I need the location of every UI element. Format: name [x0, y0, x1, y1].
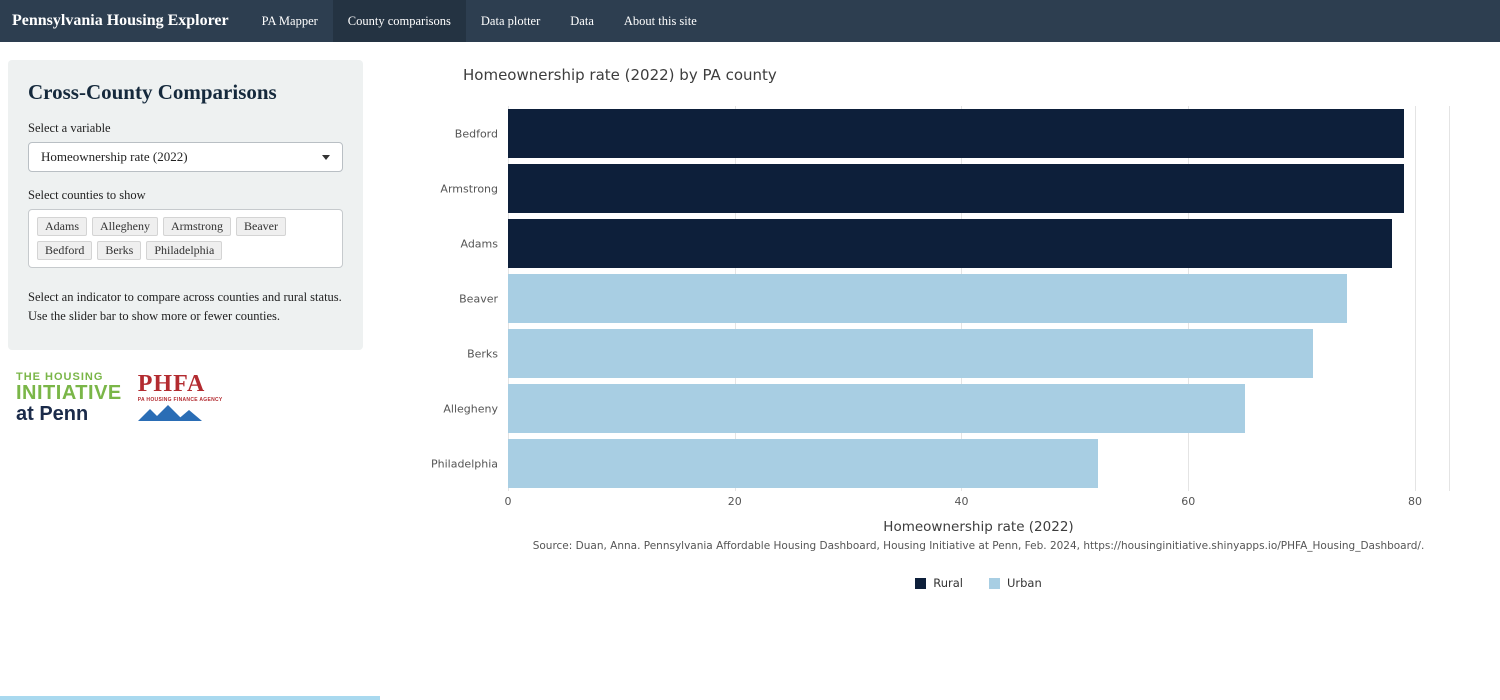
phfa-logo-subtext: PA HOUSING FINANCE AGENCY	[138, 398, 223, 403]
county-select-label: Select counties to show	[28, 188, 343, 203]
x-tick-60: 60	[1181, 495, 1195, 508]
hip-logo-line3: at Penn	[16, 404, 122, 424]
county-tag-bedford[interactable]: Bedford	[37, 241, 92, 260]
gridline	[1449, 106, 1450, 491]
source-caption: Source: Duan, Anna. Pennsylvania Afforda…	[508, 540, 1449, 552]
bar-beaver[interactable]	[508, 274, 1347, 323]
sidebar-panel: Cross-County Comparisons Select a variab…	[8, 60, 363, 350]
legend-label-urban: Urban	[1007, 576, 1042, 590]
nav-tab-pa-mapper[interactable]: PA Mapper	[247, 0, 333, 42]
county-tag-allegheny[interactable]: Allegheny	[92, 217, 158, 236]
x-tick-20: 20	[728, 495, 742, 508]
chevron-down-icon	[322, 155, 330, 160]
x-tick-0: 0	[505, 495, 512, 508]
housing-initiative-logo: THE HOUSING INITIATIVE at Penn	[16, 372, 122, 424]
sidebar-title: Cross-County Comparisons	[28, 80, 343, 105]
county-tag-philadelphia[interactable]: Philadelphia	[146, 241, 222, 260]
nav-tab-about-this-site[interactable]: About this site	[609, 0, 712, 42]
phfa-logo-name: PHFA	[138, 372, 223, 396]
y-axis-label-beaver: Beaver	[459, 292, 498, 305]
bar-row-berks: Berks	[508, 326, 1449, 381]
bar-berks[interactable]	[508, 329, 1313, 378]
bar-row-philadelphia: Philadelphia	[508, 436, 1449, 491]
y-axis-label-adams: Adams	[460, 237, 498, 250]
x-tick-80: 80	[1408, 495, 1422, 508]
nav-tabs: PA MapperCounty comparisonsData plotterD…	[247, 0, 712, 42]
bar-row-bedford: Bedford	[508, 106, 1449, 161]
y-axis-label-philadelphia: Philadelphia	[431, 457, 498, 470]
footer-logos: THE HOUSING INITIATIVE at Penn PHFA PA H…	[16, 372, 223, 425]
nav-tab-county-comparisons[interactable]: County comparisons	[333, 0, 466, 42]
bar-adams[interactable]	[508, 219, 1392, 268]
chart-title: Homeownership rate (2022) by PA county	[463, 66, 1465, 84]
bar-row-armstrong: Armstrong	[508, 161, 1449, 216]
variable-select-label: Select a variable	[28, 121, 343, 136]
county-tag-adams[interactable]: Adams	[37, 217, 87, 236]
hip-logo-line2: INITIATIVE	[16, 383, 122, 403]
bar-allegheny[interactable]	[508, 384, 1245, 433]
top-navbar: Pennsylvania Housing Explorer PA MapperC…	[0, 0, 1500, 42]
bar-armstrong[interactable]	[508, 164, 1404, 213]
bar-philadelphia[interactable]	[508, 439, 1098, 488]
horizontal-scrollbar[interactable]	[0, 696, 380, 700]
y-axis-label-berks: Berks	[467, 347, 498, 360]
x-axis-label: Homeownership rate (2022)	[508, 519, 1449, 535]
bar-bedford[interactable]	[508, 109, 1404, 158]
chart-legend: Rural Urban	[508, 576, 1449, 590]
app-brand[interactable]: Pennsylvania Housing Explorer	[0, 0, 247, 42]
county-tag-beaver[interactable]: Beaver	[236, 217, 286, 236]
legend-swatch-rural	[915, 578, 926, 589]
y-axis-label-allegheny: Allegheny	[443, 402, 498, 415]
legend-item-urban[interactable]: Urban	[989, 576, 1042, 590]
bar-chart-plot-area: BedfordArmstrongAdamsBeaverBerksAlleghen…	[508, 106, 1449, 491]
nav-tab-data-plotter[interactable]: Data plotter	[466, 0, 555, 42]
bar-row-allegheny: Allegheny	[508, 381, 1449, 436]
legend-swatch-urban	[989, 578, 1000, 589]
y-axis-label-bedford: Bedford	[455, 127, 498, 140]
phfa-mountains-icon	[138, 405, 206, 421]
nav-tab-data[interactable]: Data	[555, 0, 609, 42]
bar-row-adams: Adams	[508, 216, 1449, 271]
phfa-logo: PHFA PA HOUSING FINANCE AGENCY	[138, 372, 223, 425]
chart-panel: Homeownership rate (2022) by PA county B…	[420, 58, 1465, 590]
sidebar-help-text: Select an indicator to compare across co…	[28, 288, 346, 326]
county-tag-armstrong[interactable]: Armstrong	[163, 217, 231, 236]
legend-label-rural: Rural	[933, 576, 963, 590]
x-axis-ticks: 0 20 40 60 80	[508, 491, 1449, 509]
bar-row-beaver: Beaver	[508, 271, 1449, 326]
county-multiselect[interactable]: Adams Allegheny Armstrong Beaver Bedford Berk…	[28, 209, 343, 268]
variable-select-value: Homeownership rate (2022)	[41, 149, 188, 165]
y-axis-label-armstrong: Armstrong	[440, 182, 498, 195]
legend-item-rural[interactable]: Rural	[915, 576, 963, 590]
x-tick-40: 40	[954, 495, 968, 508]
variable-select[interactable]: Homeownership rate (2022)	[28, 142, 343, 172]
county-tag-berks[interactable]: Berks	[97, 241, 141, 260]
